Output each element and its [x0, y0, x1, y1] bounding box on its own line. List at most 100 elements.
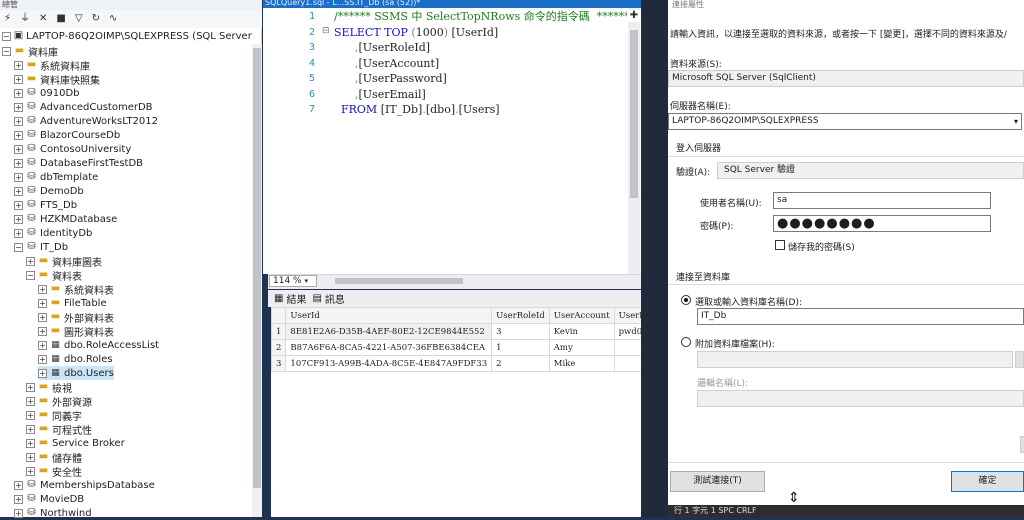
- tree-item[interactable]: + ⛁ 0910Db: [14, 86, 80, 100]
- expand-icon[interactable]: +: [14, 228, 23, 238]
- disconnect-icon[interactable]: ✕: [39, 10, 47, 28]
- attach-db-radio[interactable]: [681, 337, 691, 347]
- editor-scroll-thumb[interactable]: [630, 30, 638, 198]
- tree-item[interactable]: + ⛁ DatabaseFirstTestDB: [14, 156, 143, 170]
- select-db-radio[interactable]: [681, 295, 691, 305]
- chevron-down-icon[interactable]: ▾: [1014, 114, 1018, 129]
- tree-item[interactable]: + ▦ dbo.RoleAccessList: [38, 338, 159, 352]
- code-line[interactable]: ,[UserAccount]: [334, 56, 439, 71]
- split-editor-icon[interactable]: ✚: [627, 10, 641, 22]
- code-line[interactable]: ,[UserPassword]: [334, 71, 447, 86]
- expand-icon[interactable]: +: [14, 144, 23, 154]
- tree-item[interactable]: + ⛁ BlazorCourseDb: [14, 128, 120, 142]
- tree-item[interactable]: + ▦ dbo.Users: [38, 366, 114, 380]
- tab-messages[interactable]: ▤ 訊息: [312, 291, 344, 306]
- results-grid[interactable]: UserId UserRoleId UserAccount UserPasswo…: [270, 307, 680, 517]
- expand-icon[interactable]: +: [38, 368, 47, 378]
- table-cell[interactable]: 2: [491, 355, 550, 372]
- collapse-icon[interactable]: −: [2, 46, 11, 56]
- expand-icon[interactable]: +: [14, 186, 23, 196]
- expand-icon[interactable]: +: [14, 74, 23, 84]
- expand-icon[interactable]: +: [14, 130, 23, 140]
- table-cell[interactable]: 3: [491, 323, 550, 340]
- column-header[interactable]: UserId: [285, 307, 493, 324]
- expand-icon[interactable]: +: [26, 410, 35, 420]
- expand-icon[interactable]: +: [26, 438, 35, 448]
- tree-item[interactable]: − ⛁ IT_Db: [14, 240, 68, 254]
- expand-icon[interactable]: +: [26, 424, 35, 434]
- refresh-icon[interactable]: ↻: [92, 10, 100, 28]
- tree-item[interactable]: + ▬ 儲存體: [26, 450, 82, 465]
- tree-item[interactable]: + ▬ 系統資料表: [38, 282, 114, 297]
- zoom-select[interactable]: 114 % ▾: [269, 275, 317, 287]
- tree-item[interactable]: + ▬ 資料庫快照集: [14, 72, 100, 87]
- expand-icon[interactable]: +: [26, 382, 35, 392]
- expand-icon[interactable]: +: [14, 508, 23, 518]
- expand-icon[interactable]: +: [38, 354, 47, 364]
- expand-icon[interactable]: +: [26, 256, 35, 266]
- table-cell[interactable]: 107CF913-A99B-4ADA-8C5E-4E847A9FDF33: [285, 355, 493, 372]
- server-node[interactable]: − ▣ LAPTOP-86Q2OIMP\SQLEXPRESS (SQL Serv…: [2, 29, 252, 43]
- tree-item[interactable]: + ▬ 資料庫圖表: [26, 254, 102, 269]
- password-input[interactable]: ●●●●●●●●: [773, 215, 991, 232]
- expand-icon[interactable]: +: [38, 284, 47, 294]
- expand-icon[interactable]: +: [14, 200, 23, 210]
- code-line[interactable]: ,[UserRoleId]: [334, 40, 430, 55]
- stop-icon[interactable]: ■: [56, 10, 65, 28]
- tree-item[interactable]: + ⛁ Northwind: [14, 506, 92, 520]
- table-row[interactable]: 3 107CF913-A99B-4ADA-8C5E-4E847A9FDF33 2…: [270, 355, 680, 372]
- filter-icon[interactable]: ▽: [75, 10, 83, 28]
- expand-icon[interactable]: +: [14, 494, 23, 504]
- expand-icon[interactable]: +: [14, 116, 23, 126]
- table-cell[interactable]: B87A6F6A-8CA5-4221-A507-36FBE6384CEA: [285, 339, 493, 356]
- expand-icon[interactable]: +: [38, 312, 47, 322]
- code-line[interactable]: ,[UserEmail]: [334, 87, 426, 102]
- code-line[interactable]: SELECT TOP (1000) [UserId]: [334, 25, 498, 40]
- collapse-icon[interactable]: −: [26, 270, 35, 280]
- expand-icon[interactable]: +: [14, 102, 23, 112]
- expand-icon[interactable]: +: [26, 396, 35, 406]
- editor-horizontal-scroll-thumb[interactable]: [335, 278, 463, 284]
- tree-item[interactable]: + ⛁ ContosoUniversity: [14, 142, 131, 156]
- table-row[interactable]: 1 8E81E2A6-D35B-4AEF-80E2-12CE9844E552 3…: [270, 323, 680, 340]
- tree-item[interactable]: − ▬ 資料庫: [2, 44, 58, 59]
- tree-item[interactable]: + ⛁ AdvancedCustomerDB: [14, 100, 153, 114]
- advanced-button[interactable]: [1020, 436, 1024, 453]
- table-cell[interactable]: Kevin: [548, 323, 615, 340]
- column-header[interactable]: UserRoleId: [491, 307, 550, 324]
- tree-item[interactable]: − ▬ 資料表: [26, 268, 82, 283]
- tree-item[interactable]: + ▬ 圖形資料表: [38, 324, 114, 339]
- code-line[interactable]: /****** SSMS 中 SelectTopNRows 命令的指令碼 ***…: [334, 9, 630, 24]
- tree-item[interactable]: + ⛁ MovieDB: [14, 492, 84, 506]
- tree-item[interactable]: + ⛁ DemoDb: [14, 184, 84, 198]
- table-cell[interactable]: 1: [491, 339, 550, 356]
- expand-icon[interactable]: +: [26, 466, 35, 476]
- expand-icon[interactable]: +: [14, 480, 23, 490]
- expand-icon[interactable]: +: [38, 298, 47, 308]
- code-line[interactable]: FROM [IT_Db].[dbo].[Users]: [334, 102, 500, 117]
- tree-item[interactable]: + ▦ dbo.Roles: [38, 352, 113, 366]
- tree-item[interactable]: + ▬ 檢視: [26, 380, 72, 395]
- tree-item[interactable]: + ▬ 外部資料表: [38, 310, 114, 325]
- column-header[interactable]: UserAccount: [548, 307, 615, 324]
- object-explorer-scroll-thumb[interactable]: [253, 48, 261, 488]
- tree-item[interactable]: + ▬ 可程式性: [26, 422, 92, 437]
- collapse-icon[interactable]: −: [2, 31, 11, 41]
- plug-icon[interactable]: ⏚: [20, 10, 30, 28]
- expand-icon[interactable]: +: [14, 158, 23, 168]
- username-input[interactable]: sa: [773, 192, 991, 209]
- editor-tab[interactable]: SQLQuery1.sql - L...SS.IT_Db (sa (52))*: [263, 0, 478, 8]
- tab-results[interactable]: ▦ 結果: [274, 291, 306, 306]
- activity-icon[interactable]: ∿: [109, 10, 117, 28]
- tree-item[interactable]: + ▬ 系統資料庫: [14, 58, 90, 73]
- auth-select[interactable]: SQL Server 驗證: [717, 162, 1024, 179]
- table-cell[interactable]: Mike: [548, 355, 615, 372]
- collapse-icon[interactable]: −: [14, 242, 23, 252]
- tree-item[interactable]: + ▬ 安全性: [26, 464, 82, 479]
- table-row[interactable]: 2 B87A6F6A-8CA5-4221-A507-36FBE6384CEA 1…: [270, 339, 680, 356]
- tree-item[interactable]: + ⛁ HZKMDatabase: [14, 212, 117, 226]
- expand-icon[interactable]: +: [38, 340, 47, 350]
- tree-item[interactable]: + ⛁ IdentityDb: [14, 226, 92, 240]
- expand-icon[interactable]: +: [26, 452, 35, 462]
- query-editor[interactable]: [263, 8, 641, 274]
